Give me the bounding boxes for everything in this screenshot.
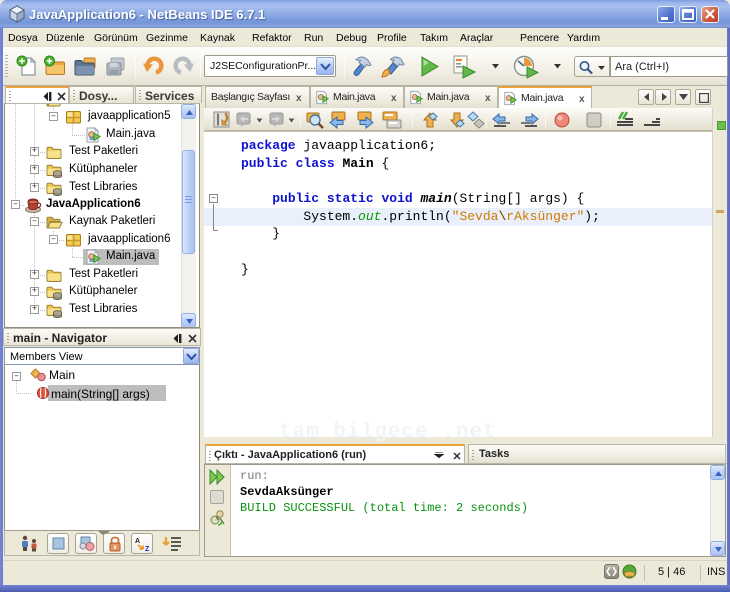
svg-text:A: A	[135, 538, 140, 545]
svg-text:Z: Z	[145, 546, 150, 552]
